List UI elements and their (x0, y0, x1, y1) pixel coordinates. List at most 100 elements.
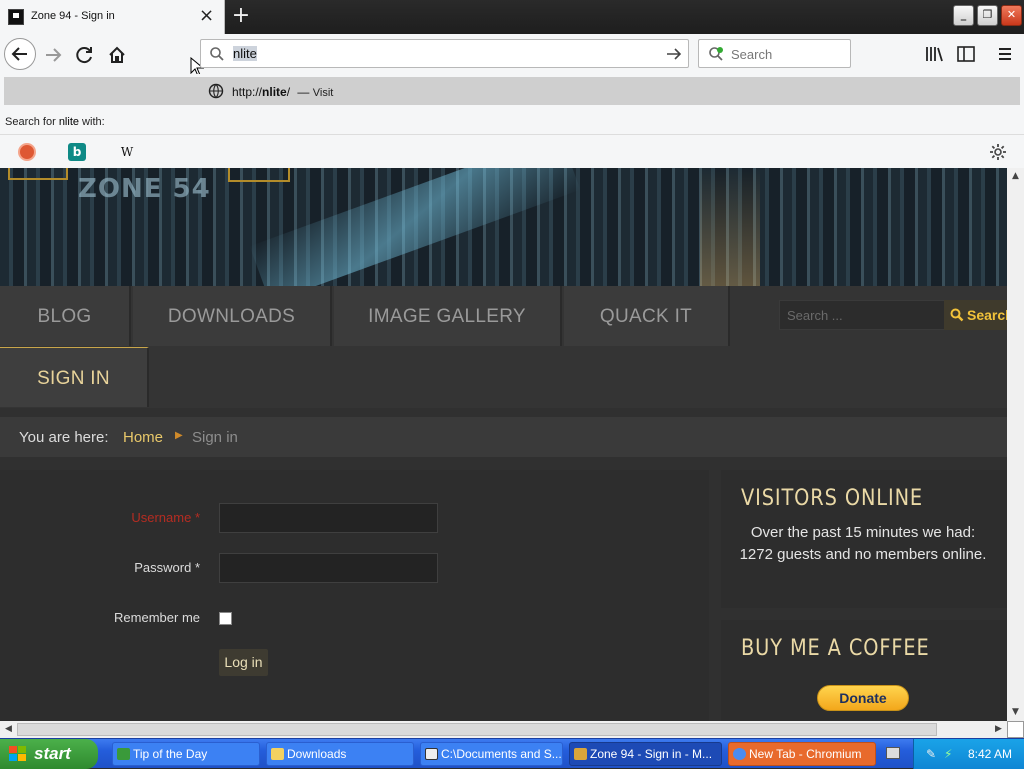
banner-frame-left (8, 168, 68, 180)
browser-tab[interactable]: Zone 94 - Sign in × (0, 0, 225, 34)
horizontal-scroll-thumb[interactable] (17, 723, 937, 736)
visitors-online-title: VISITORS ONLINE (741, 486, 924, 511)
task-documents[interactable]: C:\Documents and S... (420, 742, 563, 766)
restore-button[interactable]: ❐ (977, 5, 998, 26)
sidebar-glyph-icon (957, 46, 975, 62)
visitors-online-text: Over the past 15 minutes we had: 1272 gu… (739, 524, 987, 563)
site-banner: ZONE 54 (0, 168, 1007, 303)
home-button[interactable] (102, 40, 132, 70)
menu-item-sign-in[interactable]: SIGN IN (0, 347, 149, 407)
network-icon[interactable]: ✎ (926, 747, 940, 761)
search-for-term: nlite (58, 116, 79, 128)
login-button[interactable]: Log in (219, 649, 268, 676)
suggestion-host: nlite (262, 85, 287, 99)
site-search-button[interactable]: Search (944, 300, 1007, 330)
home-icon (109, 46, 125, 63)
task-tip-of-the-day[interactable]: Tip of the Day (112, 742, 260, 766)
vertical-scrollbar[interactable]: ▲ ▼ (1007, 168, 1024, 721)
site-search-placeholder: Search ... (787, 308, 843, 323)
search-for-prefix: Search for (5, 116, 59, 128)
suggestion-suffix: / (286, 85, 291, 99)
scroll-right-icon[interactable]: ▶ (990, 721, 1007, 738)
username-label: Username * (131, 510, 200, 525)
scroll-up-icon[interactable]: ▲ (1007, 168, 1024, 185)
url-input[interactable]: nlite (233, 46, 257, 61)
search-engine-icon (709, 47, 723, 61)
task-label: Downloads (287, 747, 347, 761)
reload-icon (76, 47, 92, 64)
tab-close-icon[interactable]: × (199, 6, 214, 26)
main-menu: BLOG DOWNLOADS IMAGE GALLERY QUACK IT SI… (0, 286, 1007, 408)
search-for-suffix: with: (79, 116, 105, 128)
breadcrumb: You are here: Home ▶ Sign in (0, 417, 1007, 457)
gear-icon[interactable] (989, 143, 1007, 161)
tip-icon (117, 748, 130, 760)
window-close-button[interactable]: ✕ (1001, 5, 1022, 26)
hamburger-menu-icon[interactable] (994, 43, 1016, 65)
globe-icon (208, 83, 224, 99)
scroll-left-icon[interactable]: ◀ (0, 721, 17, 738)
task-label: New Tab - Chromium (749, 747, 862, 761)
library-icon[interactable] (923, 43, 945, 65)
go-arrow-icon[interactable] (665, 46, 683, 62)
browser-search-placeholder: Search (731, 47, 773, 62)
breadcrumb-label: You are here: (19, 429, 109, 446)
scroll-down-icon[interactable]: ▼ (1007, 704, 1024, 721)
bing-icon[interactable]: b (68, 143, 86, 161)
windows-taskbar: start Tip of the Day Downloads C:\Docume… (0, 738, 1024, 769)
scrollbar-corner (1007, 721, 1024, 738)
browser-icon (574, 748, 587, 760)
suggestion-dash: — (297, 85, 310, 99)
url-suggestion-dropdown: http://nlite/ — Visit Search for nlite w… (0, 74, 1024, 168)
remember-me-checkbox[interactable] (219, 612, 232, 625)
banner-frame-right (228, 168, 290, 182)
menu-item-blog[interactable]: BLOG (0, 286, 131, 346)
back-button[interactable] (4, 38, 36, 70)
search-for-label: Search for nlite with: (5, 116, 105, 128)
clock: 8:42 AM (968, 747, 1013, 761)
task-chromium[interactable]: New Tab - Chromium (728, 742, 876, 766)
duckduckgo-icon[interactable] (18, 143, 36, 161)
suggestion-prefix: http:// (232, 85, 263, 99)
menu-item-image-gallery[interactable]: IMAGE GALLERY (334, 286, 562, 346)
suggestion-text: http://nlite/ — Visit (232, 85, 333, 99)
remember-me-label: Remember me (114, 610, 200, 625)
url-bar[interactable]: nlite (200, 39, 689, 68)
chromium-icon (733, 748, 746, 760)
back-arrow-icon (11, 47, 27, 61)
new-tab-button[interactable]: + (230, 3, 252, 29)
password-field[interactable] (219, 553, 438, 583)
browser-search-box[interactable]: Search (698, 39, 851, 68)
site-logo[interactable]: ZONE 54 (78, 174, 211, 204)
reload-button[interactable] (70, 40, 100, 70)
username-field[interactable] (219, 503, 438, 533)
breadcrumb-home-link[interactable]: Home (123, 429, 163, 446)
web-page: ZONE 54 BLOG DOWNLOADS IMAGE GALLERY QUA… (0, 168, 1007, 721)
minimize-button[interactable]: _ (953, 5, 974, 26)
sidebar-icon[interactable] (955, 43, 977, 65)
forward-arrow-icon (46, 48, 62, 62)
password-label: Password * (134, 560, 200, 575)
paypal-donate-button[interactable]: Donate (817, 685, 909, 711)
site-search-input[interactable]: Search ... (779, 300, 945, 330)
menu-item-downloads[interactable]: DOWNLOADS (133, 286, 332, 346)
menu-item-quack-it[interactable]: QUACK IT (564, 286, 730, 346)
windows-logo-icon (9, 746, 27, 762)
start-button[interactable]: start (0, 739, 98, 769)
breadcrumb-separator-icon: ▶ (175, 430, 183, 441)
banner-light-glow (700, 168, 760, 286)
site-favicon-icon (8, 9, 24, 25)
forward-button[interactable] (38, 40, 68, 70)
url-suggestion-row[interactable]: http://nlite/ — Visit (4, 77, 1020, 105)
task-zone94-sign-in[interactable]: Zone 94 - Sign in - M... (569, 742, 722, 766)
buy-me-a-coffee-title: BUY ME A COFFEE (741, 636, 930, 661)
horizontal-scrollbar[interactable]: ◀ ▶ (0, 721, 1007, 738)
navigation-toolbar: nlite Search (0, 34, 1024, 77)
keyboard-icon[interactable] (886, 747, 900, 759)
breadcrumb-current: Sign in (192, 429, 238, 446)
security-icon[interactable]: ⚡ (944, 747, 958, 761)
task-downloads[interactable]: Downloads (266, 742, 414, 766)
visitors-online-module: VISITORS ONLINE Over the past 15 minutes… (721, 470, 1007, 608)
url-text: nlite (233, 46, 257, 61)
wikipedia-icon[interactable]: W (118, 143, 136, 161)
